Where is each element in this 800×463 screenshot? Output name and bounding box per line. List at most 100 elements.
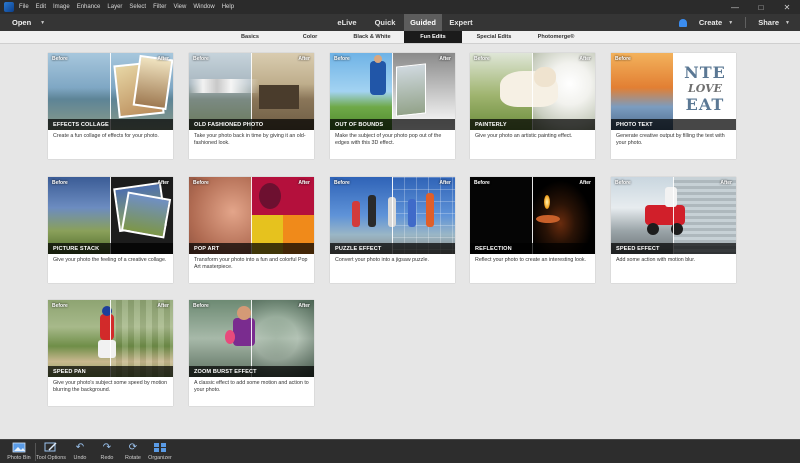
after-label: After bbox=[157, 180, 169, 186]
tab-elive[interactable]: eLive bbox=[328, 14, 366, 31]
before-label: Before bbox=[52, 180, 68, 186]
after-label: After bbox=[157, 303, 169, 309]
tab-special-edits[interactable]: Special Edits bbox=[466, 31, 522, 43]
maximize-button[interactable]: □ bbox=[748, 0, 774, 14]
rotate-button[interactable]: ⟳ Rotate bbox=[122, 442, 144, 463]
tool-options-label: Tool Options bbox=[36, 455, 66, 461]
tab-quick[interactable]: Quick bbox=[366, 14, 404, 31]
after-label: After bbox=[720, 180, 732, 186]
card-title: OUT OF BOUNDS bbox=[330, 119, 455, 130]
card-picture-stack[interactable]: Before After PICTURE STACK Give your pho… bbox=[48, 177, 173, 283]
card-description: A classic effect to add some motion and … bbox=[194, 380, 309, 393]
puzzle-effect-thumb: Before After PUZZLE EFFECT bbox=[330, 177, 455, 254]
photo-bin-button[interactable]: Photo Bin bbox=[6, 442, 32, 463]
menu-layer[interactable]: Layer bbox=[107, 4, 122, 10]
after-label: After bbox=[439, 180, 451, 186]
create-button[interactable]: Create ▼ bbox=[699, 18, 733, 27]
card-out-of-bounds[interactable]: Before After OUT OF BOUNDS Make the subj… bbox=[330, 53, 455, 159]
tool-options-button[interactable]: Tool Options bbox=[36, 442, 66, 463]
card-speed-pan[interactable]: Before After SPEED PAN Give your photo's… bbox=[48, 300, 173, 406]
tab-black-white[interactable]: Black & White bbox=[344, 31, 400, 43]
menu-select[interactable]: Select bbox=[129, 4, 146, 10]
open-label: Open bbox=[12, 18, 32, 27]
card-description: Generate creative output by filling the … bbox=[616, 133, 725, 146]
card-puzzle-effect[interactable]: Before After PUZZLE EFFECT Convert your … bbox=[330, 177, 455, 283]
minimize-button[interactable]: — bbox=[722, 0, 748, 14]
card-description: Give your photo's subject some speed by … bbox=[53, 380, 168, 393]
card-title: SPEED EFFECT bbox=[611, 243, 736, 254]
share-button[interactable]: Share ▼ bbox=[758, 18, 790, 27]
menu-filter[interactable]: Filter bbox=[153, 4, 166, 10]
guided-edits-grid: Before After EFFECTS COLLAGE Create a fu… bbox=[0, 44, 800, 439]
card-description: Reflect your photo to create an interest… bbox=[475, 257, 587, 263]
redo-icon: ↷ bbox=[102, 442, 112, 453]
bottom-toolbar: Photo Bin Tool Options ↶ Undo ↷ Redo ⟳ R… bbox=[0, 439, 800, 463]
speed-effect-thumb: Before After SPEED EFFECT bbox=[611, 177, 736, 254]
tab-expert[interactable]: Expert bbox=[442, 14, 480, 31]
before-label: Before bbox=[615, 56, 631, 62]
card-reflection[interactable]: Before After REFLECTION Reflect your pho… bbox=[470, 177, 595, 283]
card-description: Take your photo back in time by giving i… bbox=[194, 133, 306, 146]
card-description: Give your photo an artistic painting eff… bbox=[475, 133, 573, 139]
card-description: Create a fun collage of effects for your… bbox=[53, 133, 159, 139]
photo-text-letters: EAT bbox=[685, 95, 725, 114]
app-logo-icon bbox=[4, 2, 14, 12]
card-description: Transform your photo into a fun and colo… bbox=[194, 257, 308, 270]
card-pop-art[interactable]: Before After POP ART Transform your phot… bbox=[189, 177, 314, 283]
card-painterly[interactable]: Before After PAINTERLY Give your photo a… bbox=[470, 53, 595, 159]
open-button[interactable]: Open ▼ bbox=[12, 14, 45, 31]
redo-button[interactable]: ↷ Redo bbox=[97, 442, 117, 463]
menu-window[interactable]: Window bbox=[193, 4, 214, 10]
notification-bell-icon[interactable] bbox=[678, 18, 687, 27]
pop-art-thumb: Before After POP ART bbox=[189, 177, 314, 254]
photo-bin-icon bbox=[12, 442, 26, 453]
organizer-label: Organizer bbox=[148, 455, 172, 461]
menu-image[interactable]: Image bbox=[53, 4, 70, 10]
organizer-icon bbox=[153, 442, 167, 453]
undo-button[interactable]: ↶ Undo bbox=[70, 442, 90, 463]
menu-view[interactable]: View bbox=[173, 4, 186, 10]
photo-text-thumb: NTE LOVE EAT Before PHOTO TEXT bbox=[611, 53, 736, 130]
undo-icon: ↶ bbox=[75, 442, 85, 453]
card-title: OLD FASHIONED PHOTO bbox=[189, 119, 314, 130]
after-label: After bbox=[157, 56, 169, 62]
card-speed-effect[interactable]: Before After SPEED EFFECT Add some actio… bbox=[611, 177, 736, 283]
picture-stack-thumb: Before After PICTURE STACK bbox=[48, 177, 173, 254]
before-label: Before bbox=[52, 56, 68, 62]
before-label: Before bbox=[474, 180, 490, 186]
before-label: Before bbox=[193, 56, 209, 62]
photo-text-letters: NTE bbox=[684, 63, 726, 82]
menu-help[interactable]: Help bbox=[222, 4, 234, 10]
tab-color[interactable]: Color bbox=[286, 31, 334, 43]
card-description: Add some action with motion blur. bbox=[616, 257, 696, 263]
card-zoom-burst-effect[interactable]: Before After ZOOM BURST EFFECT A classic… bbox=[189, 300, 314, 406]
before-label: Before bbox=[474, 56, 490, 62]
before-label: Before bbox=[334, 56, 350, 62]
after-label: After bbox=[298, 303, 310, 309]
share-label: Share bbox=[758, 18, 780, 27]
reflection-thumb: Before After REFLECTION bbox=[470, 177, 595, 254]
card-old-fashioned-photo[interactable]: Before After OLD FASHIONED PHOTO Take yo… bbox=[189, 53, 314, 159]
guided-category-tabs: Basics Color Black & White Fun Edits Spe… bbox=[0, 31, 800, 44]
card-effects-collage[interactable]: Before After EFFECTS COLLAGE Create a fu… bbox=[48, 53, 173, 159]
tab-fun-edits[interactable]: Fun Edits bbox=[404, 31, 462, 43]
organizer-button[interactable]: Organizer bbox=[147, 442, 173, 463]
chevron-down-icon: ▼ bbox=[785, 19, 790, 26]
after-label: After bbox=[298, 56, 310, 62]
zoom-burst-thumb: Before After ZOOM BURST EFFECT bbox=[189, 300, 314, 377]
before-label: Before bbox=[52, 303, 68, 309]
menu-edit[interactable]: Edit bbox=[36, 4, 46, 10]
tab-guided[interactable]: Guided bbox=[404, 14, 442, 31]
before-label: Before bbox=[615, 180, 631, 186]
tab-photomerge[interactable]: Photomerge® bbox=[528, 31, 584, 43]
undo-label: Undo bbox=[73, 455, 87, 461]
card-photo-text[interactable]: NTE LOVE EAT Before PHOTO TEXT Generate … bbox=[611, 53, 736, 159]
menu-bar: File Edit Image Enhance Layer Select Fil… bbox=[0, 0, 800, 14]
menu-file[interactable]: File bbox=[19, 4, 29, 10]
right-controls: Create ▼ Share ▼ bbox=[678, 14, 790, 31]
close-button[interactable]: ✕ bbox=[774, 0, 800, 14]
menu-enhance[interactable]: Enhance bbox=[77, 4, 101, 10]
chevron-down-icon: ▼ bbox=[728, 19, 734, 26]
mode-tabs: eLive Quick Guided Expert bbox=[328, 14, 480, 31]
tab-basics[interactable]: Basics bbox=[226, 31, 274, 43]
